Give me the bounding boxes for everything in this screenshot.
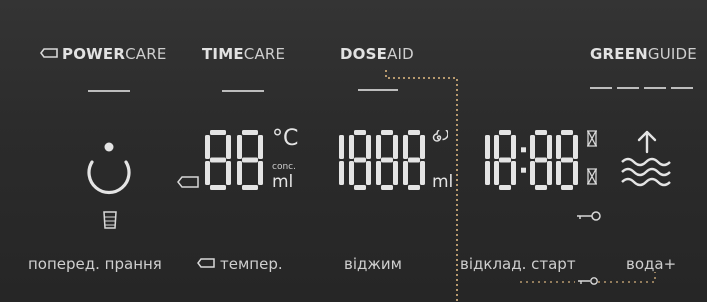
prewash-button[interactable]: поперед. прання bbox=[28, 255, 162, 273]
key-lock-icon bbox=[577, 211, 601, 221]
temperature-digits bbox=[205, 130, 263, 190]
spin-digits bbox=[339, 130, 425, 190]
temperature-button[interactable]: темпер. bbox=[197, 255, 283, 273]
spin-ml-unit: ml bbox=[432, 172, 454, 192]
spin-button[interactable]: віджим bbox=[344, 255, 402, 273]
spiral-icon bbox=[432, 130, 448, 142]
washer-control-display: POWERCARE TIMECARE DOSEAID GREENGUIDE °C… bbox=[0, 0, 707, 302]
power-dial-icon bbox=[87, 142, 131, 195]
key-lock-icon bbox=[578, 277, 598, 285]
temperature-ml-unit: ml bbox=[272, 172, 294, 192]
water-level-icon bbox=[621, 130, 671, 187]
hourglass-icon bbox=[587, 168, 597, 185]
time-digits bbox=[485, 130, 578, 190]
detergent-cup-icon bbox=[103, 211, 117, 229]
celsius-unit: °C bbox=[272, 126, 299, 151]
battery-small-icon bbox=[177, 176, 199, 188]
concentration-unit: conc. bbox=[272, 162, 296, 172]
battery-icon bbox=[197, 258, 215, 268]
water-plus-button[interactable]: вода+ bbox=[626, 255, 676, 273]
hourglass-icon bbox=[587, 130, 597, 147]
delay-start-button[interactable]: відклад. старт bbox=[460, 255, 576, 273]
temperature-label: темпер. bbox=[220, 255, 283, 273]
